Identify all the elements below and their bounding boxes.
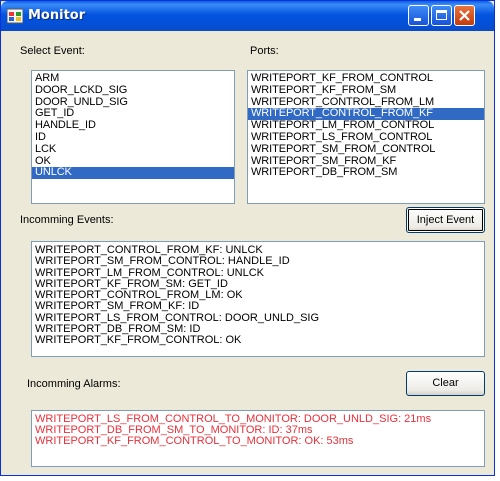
incoming-alarm-line: WRITEPORT_DB_FROM_SM_TO_MONITOR: ID: 37m… bbox=[35, 423, 313, 436]
event-list-item[interactable]: ID bbox=[32, 131, 234, 144]
port-list-item[interactable]: WRITEPORT_LS_FROM_CONTROL bbox=[248, 131, 484, 144]
incoming-event-line: WRITEPORT_KF_FROM_CONTROL: OK bbox=[35, 334, 242, 347]
port-list-item[interactable]: WRITEPORT_SM_FROM_CONTROL bbox=[248, 143, 484, 156]
ports-list[interactable]: WRITEPORT_KF_FROM_CONTROL WRITEPORT_KF_FR… bbox=[247, 70, 485, 204]
select-event-label: Select Event: bbox=[20, 45, 85, 57]
minimize-icon bbox=[414, 18, 421, 21]
inject-event-button[interactable]: Inject Event bbox=[406, 207, 485, 233]
ports-label: Ports: bbox=[250, 45, 279, 57]
title-bar[interactable]: Monitor bbox=[1, 1, 494, 31]
incoming-events-label: Incomming Events: bbox=[20, 214, 114, 226]
incoming-alarm-line: WRITEPORT_KF_FROM_CONTROL_TO_MONITOR: OK… bbox=[35, 434, 354, 447]
monitor-window: Monitor Select Event: ARM DOOR_LCKD_SIG DO… bbox=[0, 0, 495, 476]
incoming-alarms-textbox[interactable]: WRITEPORT_LS_FROM_CONTROL_TO_MONITOR: DO… bbox=[31, 410, 485, 467]
close-icon bbox=[459, 10, 470, 21]
incoming-alarms-label: Incomming Alarms: bbox=[27, 378, 121, 390]
event-list-item[interactable]: HANDLE_ID bbox=[32, 119, 234, 132]
port-list-item[interactable]: WRITEPORT_DB_FROM_SM bbox=[248, 167, 484, 179]
port-list-item[interactable]: WRITEPORT_KF_FROM_SM bbox=[248, 84, 484, 97]
app-icon bbox=[7, 8, 23, 24]
close-button[interactable] bbox=[454, 5, 475, 26]
maximize-button[interactable] bbox=[431, 5, 452, 26]
maximize-icon bbox=[436, 10, 447, 20]
clear-button[interactable]: Clear bbox=[406, 371, 485, 396]
event-list-item[interactable]: UNLCK bbox=[32, 167, 234, 180]
event-list-item[interactable]: DOOR_LCKD_SIG bbox=[32, 84, 234, 97]
incoming-event-line: WRITEPORT_SM_FROM_CONTROL: HANDLE_ID bbox=[35, 255, 290, 268]
minimize-button[interactable] bbox=[408, 5, 429, 26]
select-event-list[interactable]: ARM DOOR_LCKD_SIG DOOR_UNLD_SIG GET_ID HANDL… bbox=[31, 70, 235, 204]
event-list-item[interactable]: LCK bbox=[32, 143, 234, 156]
window-title: Monitor bbox=[28, 8, 86, 23]
incoming-events-textbox[interactable]: WRITEPORT_CONTROL_FROM_KF: UNLCK WRITEPOR… bbox=[31, 241, 485, 357]
